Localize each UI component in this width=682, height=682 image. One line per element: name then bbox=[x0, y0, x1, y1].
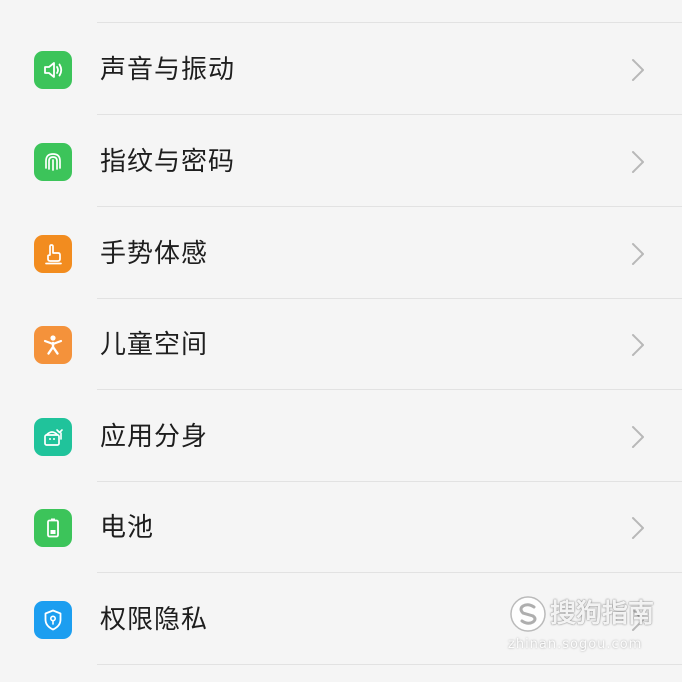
settings-item-kids-space[interactable]: 儿童空间 bbox=[0, 300, 682, 390]
settings-item-gesture[interactable]: 手势体感 bbox=[0, 209, 682, 299]
settings-item-label: 电池 bbox=[100, 513, 155, 543]
chevron-right-icon bbox=[628, 242, 648, 266]
app-clone-icon bbox=[34, 418, 72, 456]
divider bbox=[97, 22, 682, 23]
chevron-right-icon bbox=[628, 333, 648, 357]
settings-item-battery[interactable]: 电池 bbox=[0, 483, 682, 573]
child-icon bbox=[34, 326, 72, 364]
shield-icon bbox=[34, 601, 72, 639]
settings-item-label: 手势体感 bbox=[100, 239, 209, 269]
chevron-right-icon bbox=[628, 150, 648, 174]
settings-item-sound-vibration[interactable]: 声音与振动 bbox=[0, 25, 682, 115]
hand-gesture-icon bbox=[34, 235, 72, 273]
settings-item-app-clone[interactable]: 应用分身 bbox=[0, 392, 682, 482]
settings-item-label: 声音与振动 bbox=[100, 55, 236, 85]
settings-item-label: 指纹与密码 bbox=[100, 147, 236, 177]
settings-item-fingerprint-password[interactable]: 指纹与密码 bbox=[0, 117, 682, 207]
fingerprint-icon bbox=[34, 143, 72, 181]
settings-item-label: 应用分身 bbox=[100, 422, 209, 452]
speaker-icon bbox=[34, 51, 72, 89]
chevron-right-icon bbox=[628, 425, 648, 449]
chevron-right-icon bbox=[628, 608, 648, 632]
settings-screen: 声音与振动 指纹与密码 手势体感 儿童空间 应用分身 电池 权限隐私 搜狗指南 … bbox=[0, 0, 682, 682]
settings-item-label: 儿童空间 bbox=[100, 330, 209, 360]
chevron-right-icon bbox=[628, 58, 648, 82]
battery-icon bbox=[34, 509, 72, 547]
chevron-right-icon bbox=[628, 516, 648, 540]
settings-item-label: 权限隐私 bbox=[100, 605, 209, 635]
settings-item-permissions-privacy[interactable]: 权限隐私 bbox=[0, 575, 682, 665]
